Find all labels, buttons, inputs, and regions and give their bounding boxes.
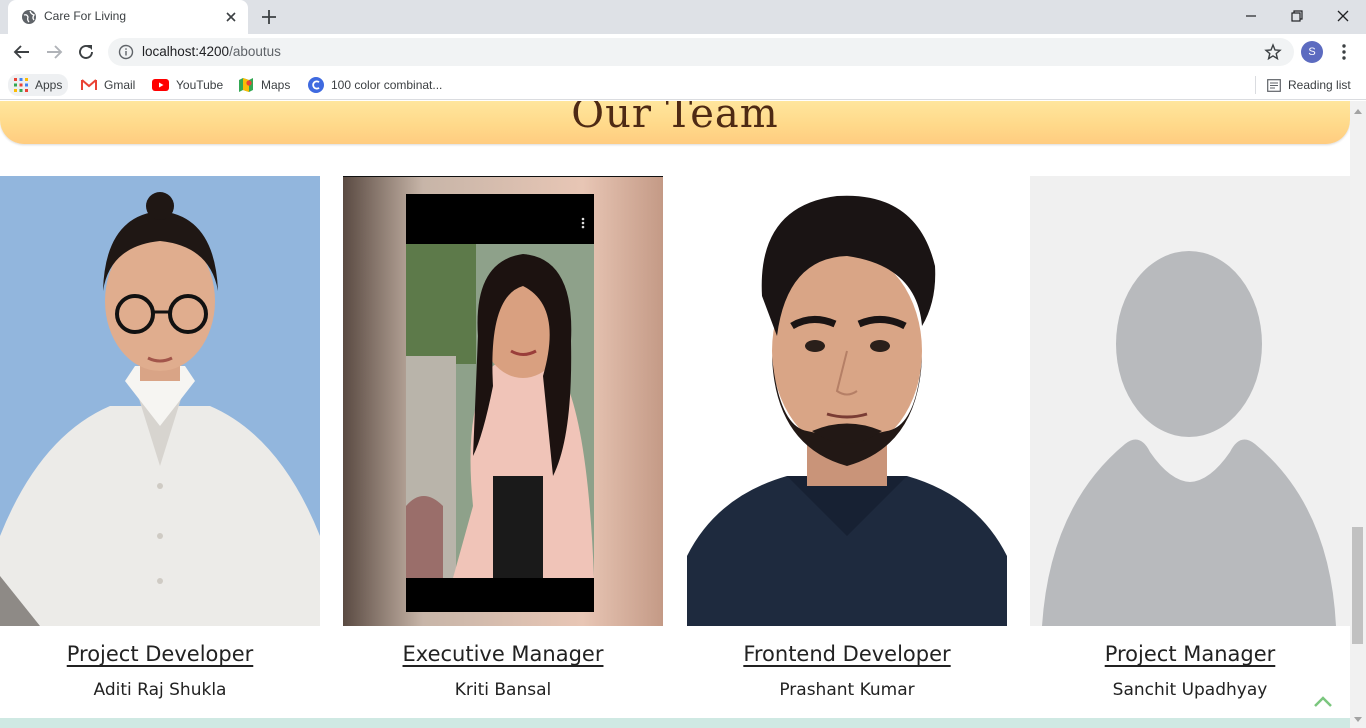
reading-list-button[interactable]: Reading list <box>1267 75 1351 95</box>
member-name: Prashant Kumar <box>779 680 915 700</box>
close-tab-icon[interactable] <box>222 8 240 26</box>
browser-tabstrip: Care For Living <box>0 0 1366 34</box>
section-title: Our Team <box>571 101 779 137</box>
bookmark-maps[interactable]: Maps <box>238 75 290 95</box>
url-path: /aboutus <box>229 44 281 59</box>
reload-icon[interactable] <box>75 41 97 63</box>
team-photo-sanchit <box>1030 176 1350 626</box>
maps-icon <box>239 78 253 92</box>
bookmark-label: Apps <box>35 78 63 92</box>
member-role[interactable]: Frontend Developer <box>687 642 1007 666</box>
bookmark-youtube[interactable]: YouTube <box>152 75 223 95</box>
member-name: Kriti Bansal <box>454 680 552 700</box>
bookmark-color-combinations[interactable]: 100 color combinat... <box>308 75 442 95</box>
placeholder-avatar <box>1030 176 1350 626</box>
bookmark-apps[interactable]: Apps <box>8 74 69 96</box>
reading-list-icon <box>1267 78 1281 92</box>
site-info-icon[interactable] <box>118 44 134 60</box>
browser-tab[interactable]: Care For Living <box>8 0 248 34</box>
gmail-icon <box>81 79 97 90</box>
footer-strip <box>0 718 1350 728</box>
bookmarks-separator <box>1255 76 1256 94</box>
member-role[interactable]: Project Developer <box>0 642 320 666</box>
minimize-icon[interactable] <box>1240 5 1262 27</box>
bookmark-label: YouTube <box>176 78 224 92</box>
photo-man-beard <box>687 176 1007 626</box>
bookmark-gmail[interactable]: Gmail <box>81 75 135 95</box>
youtube-icon <box>152 79 169 91</box>
back-to-top-icon[interactable] <box>1313 695 1333 709</box>
bookmark-star-icon[interactable] <box>1264 43 1282 61</box>
team-photo-aditi <box>0 176 320 626</box>
address-bar[interactable]: localhost:4200/aboutus <box>108 38 1294 66</box>
photo-woman-phone-screenshot <box>343 176 663 626</box>
team-photo-prashant <box>687 176 1007 626</box>
url-host: localhost:4200 <box>142 44 230 59</box>
back-arrow-icon[interactable] <box>11 41 33 63</box>
bookmark-label: Maps <box>261 78 291 92</box>
photo-woman-glasses <box>0 176 320 626</box>
bookmark-label: Gmail <box>104 78 136 92</box>
close-window-icon[interactable] <box>1332 5 1354 27</box>
tab-title: Care For Living <box>44 9 127 23</box>
browser-menu-icon[interactable] <box>1335 42 1353 62</box>
team-banner: Our Team <box>0 101 1350 144</box>
restore-icon[interactable] <box>1286 5 1308 27</box>
scrollbar-thumb[interactable] <box>1352 527 1363 644</box>
bookmarks-bar: Apps Gmail YouTube Maps 100 color combin… <box>0 70 1366 100</box>
forward-arrow-icon[interactable] <box>43 41 65 63</box>
page-viewport: Our Team Project Developer Aditi Raj Shu… <box>0 101 1350 728</box>
url-text: localhost:4200/aboutus <box>142 44 281 59</box>
team-photo-kriti <box>343 176 663 626</box>
apps-grid-icon <box>14 78 28 92</box>
scroll-up-arrow-icon[interactable] <box>1353 107 1363 115</box>
globe-icon <box>22 10 36 24</box>
member-name: Sanchit Upadhyay <box>1112 680 1268 700</box>
scroll-down-arrow-icon[interactable] <box>1353 716 1363 724</box>
member-name: Aditi Raj Shukla <box>93 680 227 700</box>
bookmark-label: 100 color combinat... <box>331 78 443 92</box>
member-role[interactable]: Project Manager <box>1030 642 1350 666</box>
profile-avatar[interactable]: S <box>1301 41 1323 63</box>
site-c-icon <box>308 77 324 93</box>
reading-list-label: Reading list <box>1288 78 1351 92</box>
member-role[interactable]: Executive Manager <box>343 642 663 666</box>
browser-toolbar: localhost:4200/aboutus S <box>0 34 1366 70</box>
new-tab-icon[interactable] <box>259 7 279 27</box>
